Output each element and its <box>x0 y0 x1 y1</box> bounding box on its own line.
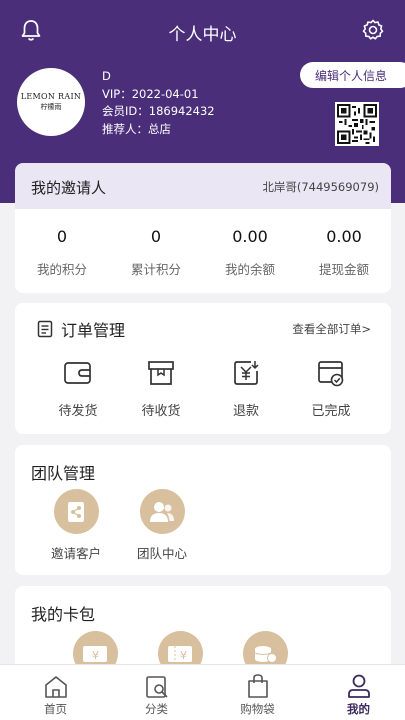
wallet-icon <box>64 362 91 384</box>
brand-logo-text: LEMON RAIN <box>20 92 82 101</box>
category-icon <box>145 676 168 698</box>
orders-card: 订单管理 查看全部订单> 待发货 待收货 退款 已完成 <box>15 303 391 434</box>
tab-label: 分类 <box>145 702 168 716</box>
wallet-title: 我的卡包 <box>31 605 96 624</box>
order-item-label: 待发货 <box>58 404 98 419</box>
team-item-label: 团队中心 <box>136 546 187 561</box>
stat-value: 0 <box>56 227 68 246</box>
top-bar: 个人中心 <box>0 0 405 62</box>
completed-icon <box>318 361 344 387</box>
tab-home[interactable]: 首页 <box>5 671 106 717</box>
stats-card: 0 我的积分 0 累计积分 0.00 我的余额 0.00 提现金额 <box>15 209 391 293</box>
stat-label: 提现金额 <box>318 262 369 277</box>
stat-total-points[interactable]: 0 累计积分 <box>109 227 203 278</box>
order-pending-receipt[interactable]: 待收货 <box>114 358 208 419</box>
tab-label: 我的 <box>347 702 370 716</box>
team-card: 团队管理 邀请客户 团队中心 <box>15 445 391 575</box>
order-item-label: 退款 <box>232 404 259 419</box>
page-title: 个人中心 <box>168 25 237 45</box>
team-title: 团队管理 <box>31 464 96 483</box>
coins-icon <box>254 645 277 663</box>
svg-text:¥: ¥ <box>92 649 99 662</box>
user-name: D <box>102 69 111 83</box>
stat-label: 累计积分 <box>130 262 181 277</box>
team-item-label: 邀请客户 <box>50 546 101 561</box>
yuan-ticket-icon: ¥ <box>168 645 192 662</box>
order-list-icon <box>37 320 53 338</box>
refund-icon <box>234 361 259 385</box>
stat-points[interactable]: 0 我的积分 <box>15 227 109 278</box>
stat-withdrawal[interactable]: 0.00 提现金额 <box>297 227 391 278</box>
stat-value: 0.00 <box>326 227 362 246</box>
tab-label: 购物袋 <box>240 702 275 716</box>
tab-category[interactable]: 分类 <box>106 671 207 717</box>
bottom-tab-bar: 首页 分类 购物袋 我的 <box>0 664 405 720</box>
yuan-coupon-icon: ¥ <box>83 645 107 662</box>
stat-value: 0.00 <box>232 227 268 246</box>
home-icon <box>44 676 67 698</box>
box-icon <box>148 361 174 385</box>
team-center-button[interactable]: 团队中心 <box>122 489 202 562</box>
order-pending-shipment[interactable]: 待发货 <box>31 358 125 419</box>
brand-logo-text-cn: 柠檬雨 <box>40 103 62 111</box>
tab-mine[interactable]: 我的 <box>308 671 405 717</box>
qr-code-icon[interactable] <box>335 102 379 146</box>
invite-customer-button[interactable]: 邀请客户 <box>36 489 116 562</box>
team-icon <box>150 501 174 522</box>
order-item-label: 待收货 <box>141 404 181 419</box>
referrer: 推荐人：总店 <box>102 121 171 136</box>
inviter-value: 北岸哥(7449569079) <box>262 180 379 194</box>
user-icon <box>347 674 370 698</box>
share-icon <box>68 501 84 522</box>
stat-label: 我的余额 <box>224 262 275 277</box>
orders-header: 订单管理 <box>37 317 125 341</box>
vip-date: VIP：2022-04-01 <box>102 86 199 101</box>
order-item-label: 已完成 <box>311 404 351 419</box>
orders-title: 订单管理 <box>61 321 126 340</box>
avatar[interactable]: LEMON RAIN 柠檬雨 <box>17 68 85 136</box>
inviter-label: 我的邀请人 <box>31 179 107 197</box>
bag-icon <box>247 674 268 698</box>
tab-shopping-bag[interactable]: 购物袋 <box>207 671 308 717</box>
svg-text:¥: ¥ <box>180 649 187 662</box>
view-all-orders-link[interactable]: 查看全部订单> <box>292 321 371 337</box>
member-id: 会员ID：186942432 <box>102 104 215 118</box>
order-completed[interactable]: 已完成 <box>284 358 378 419</box>
order-refund[interactable]: 退款 <box>199 358 293 419</box>
gear-icon[interactable] <box>361 18 385 42</box>
stat-value: 0 <box>150 227 162 246</box>
profile-info: D VIP：2022-04-01 会员ID：186942432 推荐人：总店 <box>102 68 215 138</box>
edit-profile-button[interactable]: 编辑个人信息 <box>300 62 405 88</box>
stat-balance[interactable]: 0.00 我的余额 <box>203 227 297 278</box>
stat-label: 我的积分 <box>36 262 87 277</box>
inviter-bar: 我的邀请人 北岸哥(7449569079) <box>15 163 391 209</box>
tab-label: 首页 <box>44 702 67 716</box>
